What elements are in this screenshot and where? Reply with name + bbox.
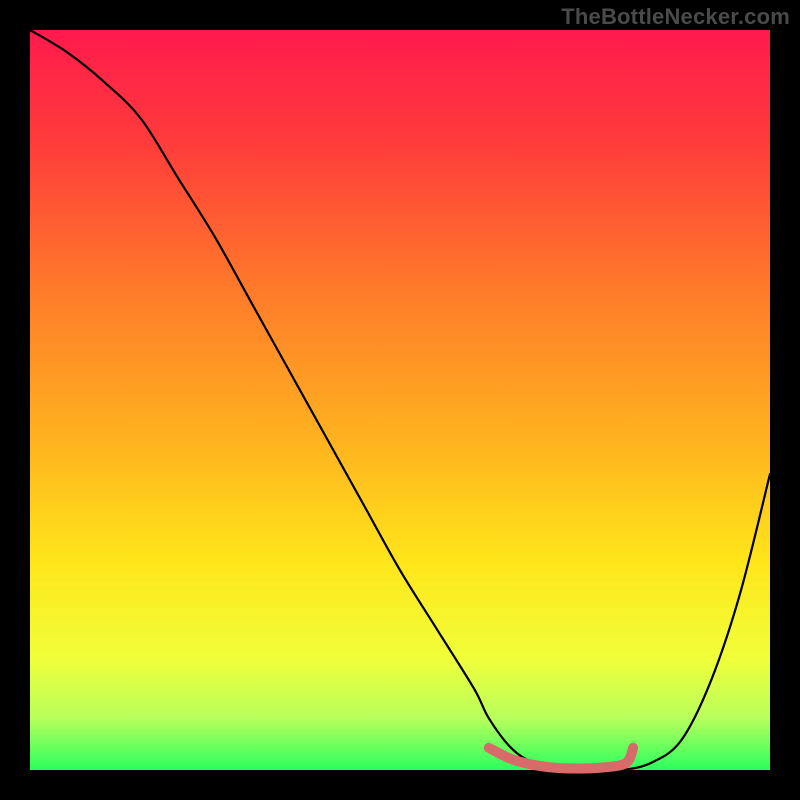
- watermark-text: TheBottleNecker.com: [561, 4, 790, 30]
- plot-background: [30, 30, 770, 770]
- chart-stage: TheBottleNecker.com: [0, 0, 800, 800]
- bottleneck-chart: [0, 0, 800, 800]
